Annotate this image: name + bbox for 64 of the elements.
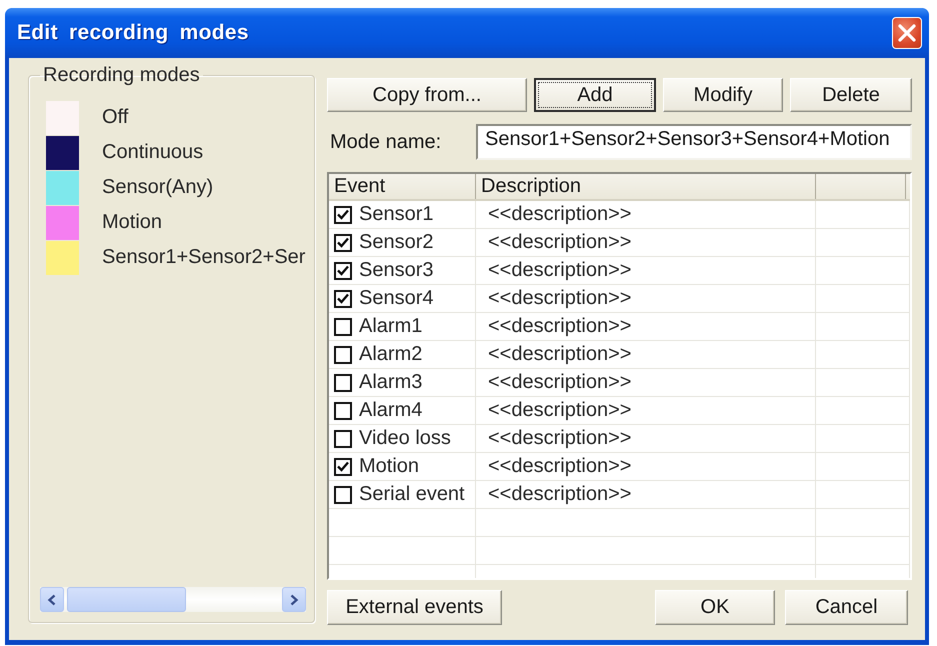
horizontal-scrollbar[interactable] xyxy=(40,587,306,612)
checkbox[interactable] xyxy=(334,486,352,504)
scrollbar-thumb[interactable] xyxy=(67,587,186,612)
event-name: Sensor1 xyxy=(359,203,434,226)
close-button[interactable] xyxy=(892,17,922,49)
event-name: Alarm2 xyxy=(359,343,422,366)
description-text: <<description>> xyxy=(488,259,632,282)
mode-name-field[interactable]: Sensor1+Sensor2+Sensor3+Sensor4+Motion xyxy=(476,124,912,160)
dialog-button[interactable]: External events xyxy=(327,590,502,625)
dialog-button[interactable]: Delete xyxy=(790,78,912,112)
mode-label[interactable]: Sensor1+Sensor2+Ser xyxy=(102,246,306,269)
event-name: Sensor2 xyxy=(359,231,434,254)
mode-label[interactable]: Continuous xyxy=(102,141,204,164)
dialog-button[interactable]: Modify xyxy=(663,78,783,112)
event-name: Alarm3 xyxy=(359,371,422,394)
description-text: <<description>> xyxy=(488,455,632,478)
event-name: Alarm1 xyxy=(359,315,422,338)
description-text: <<description>> xyxy=(488,343,632,366)
event-name: Motion xyxy=(359,455,420,478)
dialog-button[interactable]: Cancel xyxy=(785,590,908,625)
checkbox[interactable] xyxy=(334,318,352,336)
column-header[interactable]: Description xyxy=(476,174,816,199)
checkbox[interactable] xyxy=(334,430,352,448)
description-text: <<description>> xyxy=(488,371,632,394)
chevron-right-icon xyxy=(289,594,299,606)
description-text: <<description>> xyxy=(488,315,632,338)
checkbox[interactable] xyxy=(334,290,352,308)
dialog-button[interactable]: Add xyxy=(534,78,656,112)
event-name: Sensor4 xyxy=(359,287,434,310)
event-name: Serial event xyxy=(359,483,465,506)
checkbox[interactable] xyxy=(334,374,352,392)
group-title: Recording modes xyxy=(42,64,201,86)
checkbox[interactable] xyxy=(334,206,352,224)
column-header[interactable]: Event xyxy=(329,174,476,199)
mode-label[interactable]: Sensor(Any) xyxy=(102,176,214,199)
scroll-right-button[interactable] xyxy=(282,587,306,612)
checkbox[interactable] xyxy=(334,402,352,420)
chevron-left-icon xyxy=(47,594,57,606)
description-text: <<description>> xyxy=(488,427,632,450)
check-icon xyxy=(337,209,349,220)
window-title: Edit recording modes xyxy=(17,21,249,45)
check-icon xyxy=(337,237,349,248)
close-icon xyxy=(898,24,916,42)
event-name: Video loss xyxy=(359,427,451,450)
mode-label[interactable]: Off xyxy=(102,106,128,129)
checkbox[interactable] xyxy=(334,234,352,252)
scroll-left-button[interactable] xyxy=(40,587,64,612)
event-name: Sensor3 xyxy=(359,259,434,282)
description-text: <<description>> xyxy=(488,399,632,422)
event-name: Alarm4 xyxy=(359,399,422,422)
dialog-button[interactable]: Copy from... xyxy=(327,78,527,112)
mode-label[interactable]: Motion xyxy=(102,211,162,234)
field-label: Mode name: xyxy=(329,130,442,154)
check-icon xyxy=(337,293,349,304)
dialog-button[interactable]: OK xyxy=(655,590,775,625)
description-text: <<description>> xyxy=(488,231,632,254)
check-icon xyxy=(337,461,349,472)
description-text: <<description>> xyxy=(488,203,632,226)
check-icon xyxy=(337,265,349,276)
description-text: <<description>> xyxy=(488,483,632,506)
checkbox[interactable] xyxy=(334,262,352,280)
checkbox[interactable] xyxy=(334,458,352,476)
checkbox[interactable] xyxy=(334,346,352,364)
description-text: <<description>> xyxy=(488,287,632,310)
